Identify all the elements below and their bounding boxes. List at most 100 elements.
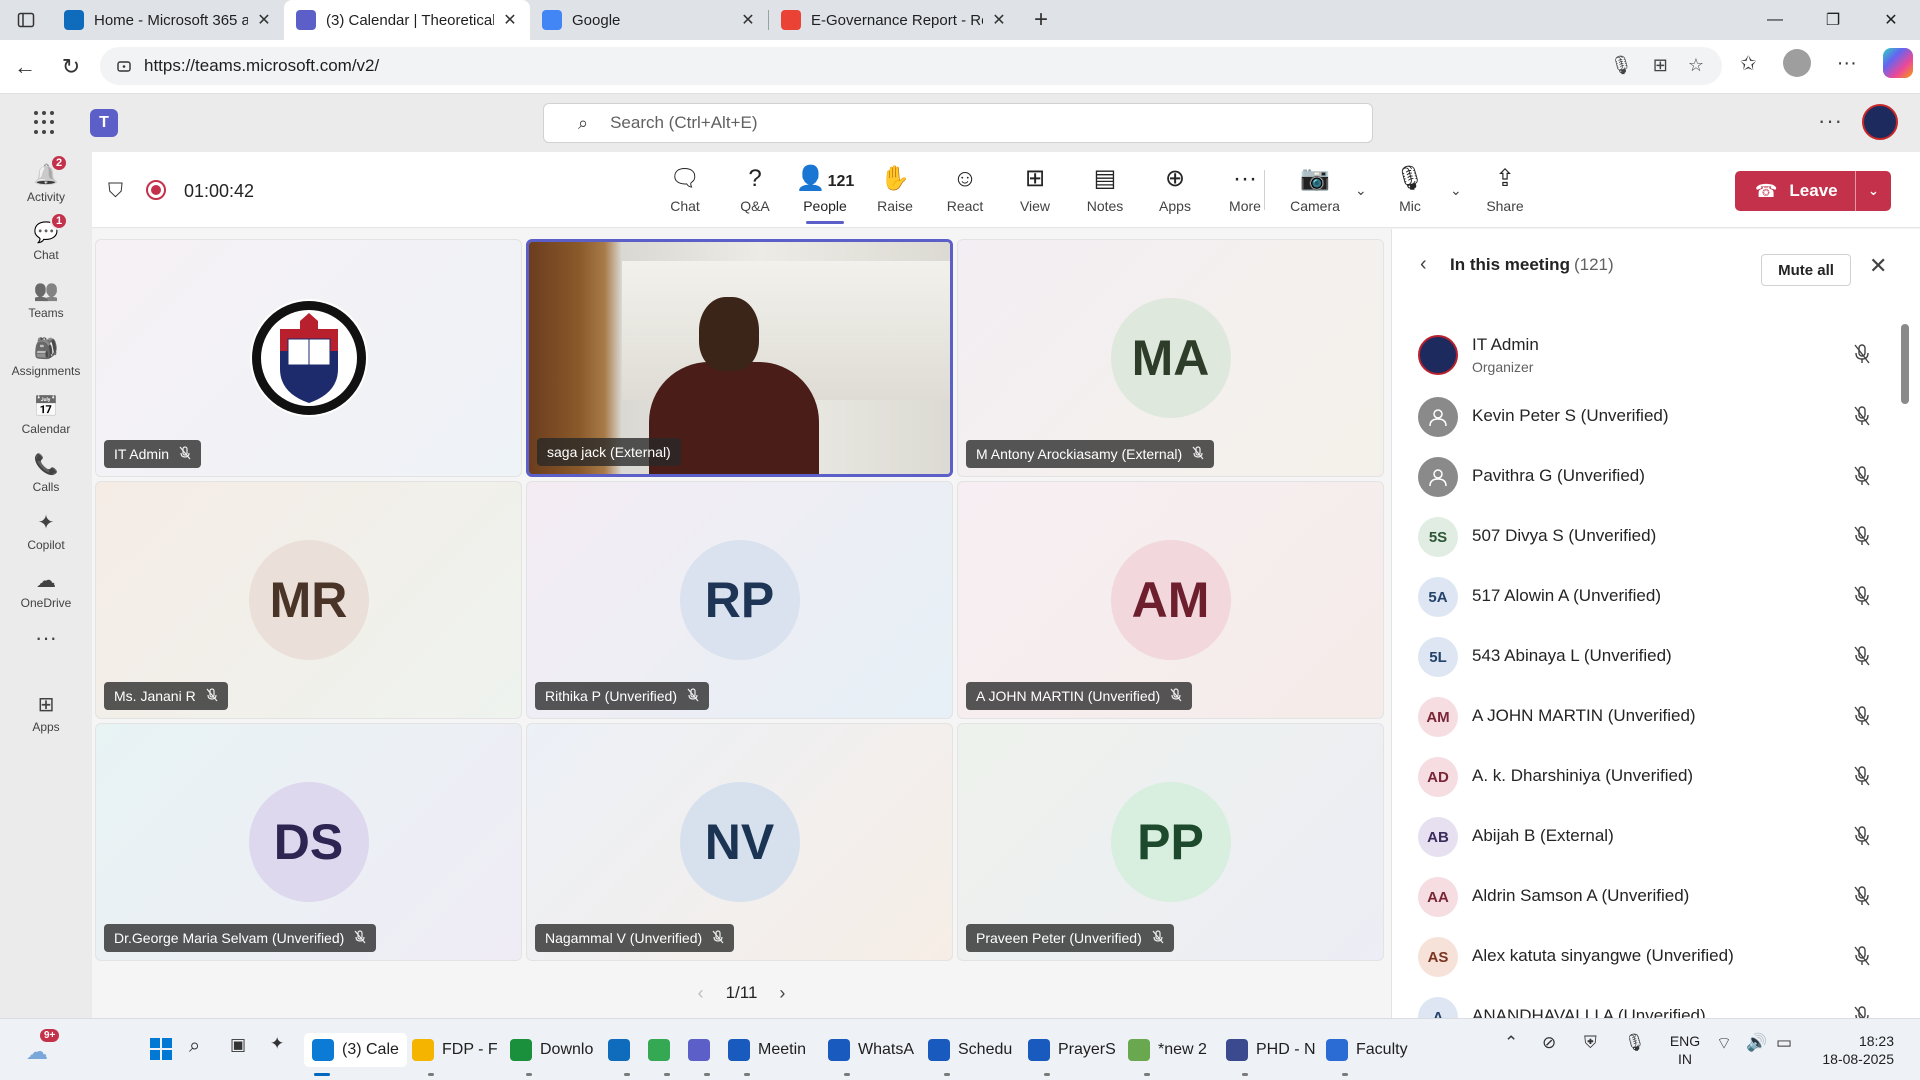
mic-off-icon[interactable] [1852, 1005, 1872, 1018]
participant-row[interactable]: AS Alex katuta sinyangwe (Unverified) [1392, 927, 1920, 987]
refresh-button[interactable]: ↻ [48, 54, 94, 80]
mic-off-icon[interactable] [1852, 525, 1872, 552]
taskbar-app[interactable]: Faculty [1326, 1033, 1408, 1067]
copilot-taskbar-icon[interactable]: ✦ [270, 1034, 284, 1054]
chat-button[interactable]: 🗨 Chat [650, 164, 720, 214]
taskbar-app[interactable]: PHD - N [1226, 1033, 1316, 1067]
copilot-icon[interactable] [1882, 48, 1913, 78]
tab-actions-button[interactable] [0, 0, 52, 40]
settings-more-icon[interactable]: ··· [1818, 108, 1843, 134]
camera-options-chevron-icon[interactable]: ⌄ [1355, 182, 1367, 199]
mic-off-icon[interactable] [1852, 585, 1872, 612]
qa-button[interactable]: ? Q&A [720, 164, 790, 214]
taskbar-app[interactable]: Meetin [728, 1033, 806, 1067]
security-shield-icon[interactable]: ⛨ [1584, 1033, 1597, 1053]
rail-item-teams[interactable]: 👥 Teams [0, 270, 92, 330]
close-icon[interactable]: ✕ [1869, 253, 1887, 279]
camera-button[interactable]: 📷 Camera [1280, 164, 1350, 214]
rail-item-calls[interactable]: 📞 Calls [0, 444, 92, 504]
participant-tile[interactable]: PP Praveen Peter (Unverified) [957, 723, 1384, 961]
search-icon[interactable]: ⌕ [189, 1035, 200, 1058]
leave-button[interactable]: ☎ Leave ⌄ [1735, 171, 1891, 211]
minimize-button[interactable]: — [1746, 0, 1804, 40]
mic-off-icon[interactable] [1852, 405, 1872, 432]
mic-off-icon[interactable] [1852, 705, 1872, 732]
start-button[interactable] [150, 1038, 172, 1060]
new-tab-button[interactable]: + [1019, 6, 1063, 34]
mic-off-icon[interactable] [1852, 945, 1872, 972]
url-field[interactable]: https://teams.microsoft.com/v2/ 🎙 ⊞ ☆ [100, 47, 1722, 85]
participant-row[interactable]: AM A JOHN MARTIN (Unverified) [1392, 687, 1920, 747]
leave-options-chevron-icon[interactable]: ⌄ [1855, 171, 1891, 211]
user-avatar[interactable] [1862, 104, 1898, 140]
close-tab-icon[interactable]: ✕ [500, 10, 520, 30]
participant-tile[interactable]: RP Rithika P (Unverified) [526, 481, 953, 719]
rail-item-assignments[interactable]: 🎒 Assignments [0, 328, 92, 388]
task-view-icon[interactable]: ▣ [230, 1035, 246, 1055]
taskbar-app[interactable] [648, 1033, 678, 1067]
participant-row[interactable]: Pavithra G (Unverified) [1392, 447, 1920, 507]
browser-tab[interactable]: (3) Calendar | Theoretical Fou ✕ [284, 0, 530, 40]
mic-off-icon[interactable] [1852, 885, 1872, 912]
taskbar-app[interactable]: Downlo [510, 1033, 593, 1067]
raise-hand-button[interactable]: ✋ Raise [860, 164, 930, 214]
react-button[interactable]: ☺ React [930, 164, 1000, 214]
taskbar-app[interactable]: *new 2 [1128, 1033, 1207, 1067]
taskbar-app[interactable]: WhatsA [828, 1033, 914, 1067]
wifi-icon[interactable]: ⌔ [1716, 1033, 1732, 1054]
app-available-icon[interactable]: ⊞ [1653, 55, 1668, 76]
rail-item-apps[interactable]: ⊞ Apps [0, 684, 92, 744]
rail-item-activity[interactable]: 🔔 2 Activity [0, 154, 92, 214]
participant-tile[interactable]: MR Ms. Janani R [95, 481, 522, 719]
participant-tile[interactable]: NV Nagammal V (Unverified) [526, 723, 953, 961]
browser-tab[interactable]: E-Governance Report - Reg. - phi ✕ [769, 0, 1019, 40]
restore-button[interactable]: ❐ [1804, 0, 1862, 40]
taskbar-app[interactable]: Schedu [928, 1033, 1012, 1067]
weather-widget[interactable]: ☁ 9+ [26, 1029, 60, 1064]
previous-page-icon[interactable]: ‹ [698, 983, 704, 1004]
browser-menu-icon[interactable]: ··· [1837, 52, 1857, 75]
participant-row[interactable]: IT Admin Organizer [1392, 325, 1920, 387]
more-button[interactable]: ··· More [1210, 164, 1280, 214]
participant-tile[interactable]: saga jack (External) [526, 239, 953, 477]
browser-tab[interactable]: Home - Microsoft 365 admin cent ✕ [52, 0, 284, 40]
mic-off-icon[interactable] [1852, 765, 1872, 792]
participant-row[interactable]: AA Aldrin Samson A (Unverified) [1392, 867, 1920, 927]
favorite-star-icon[interactable]: ☆ [1688, 55, 1704, 76]
microphone-icon[interactable]: 🎙 [1610, 55, 1633, 76]
site-info-icon[interactable] [116, 58, 132, 74]
close-tab-icon[interactable]: ✕ [254, 10, 274, 30]
browser-tab[interactable]: Google ✕ [530, 0, 768, 40]
mic-off-icon[interactable] [1852, 825, 1872, 852]
participant-row[interactable]: Kevin Peter S (Unverified) [1392, 387, 1920, 447]
participant-tile[interactable]: IT Admin [95, 239, 522, 477]
search-input[interactable]: ⌕ Search (Ctrl+Alt+E) [543, 103, 1373, 143]
participant-row[interactable]: A ANANDHAVALLI A (Unverified) [1392, 987, 1920, 1018]
rail-item-onedrive[interactable]: ☁ OneDrive [0, 560, 92, 620]
rail-item-copilot[interactable]: ✦ Copilot [0, 502, 92, 562]
back-button[interactable]: ← [2, 54, 48, 80]
taskbar-app[interactable]: PrayerS [1028, 1033, 1116, 1067]
mic-off-icon[interactable] [1852, 465, 1872, 492]
apps-button[interactable]: ⊕ Apps [1140, 164, 1210, 214]
mic-off-icon[interactable] [1852, 343, 1872, 370]
app-launcher-icon[interactable] [34, 111, 58, 135]
volume-icon[interactable]: 🔊 [1746, 1033, 1767, 1053]
close-window-button[interactable]: ✕ [1862, 0, 1920, 40]
close-tab-icon[interactable]: ✕ [738, 10, 758, 30]
rail-more-apps[interactable]: ··· [0, 618, 92, 678]
close-tab-icon[interactable]: ✕ [989, 10, 1009, 30]
taskbar-app[interactable] [608, 1033, 638, 1067]
participant-row[interactable]: 5S 507 Divya S (Unverified) [1392, 507, 1920, 567]
taskbar-app[interactable]: (3) Cale [304, 1033, 407, 1067]
mic-button[interactable]: 🎙 Mic [1375, 164, 1445, 214]
show-hidden-icons-chevron[interactable]: ⌃ [1504, 1033, 1518, 1053]
language-indicator[interactable]: ENG IN [1666, 1032, 1704, 1068]
next-page-icon[interactable]: › [779, 983, 785, 1004]
microphone-tray-icon[interactable]: 🎙 [1624, 1033, 1646, 1053]
back-chevron-icon[interactable]: ‹ [1420, 253, 1427, 276]
people-button[interactable]: 👤 121 People [790, 164, 860, 224]
taskbar-app[interactable] [688, 1033, 718, 1067]
participant-tile[interactable]: AM A JOHN MARTIN (Unverified) [957, 481, 1384, 719]
mic-off-icon[interactable] [1852, 645, 1872, 672]
